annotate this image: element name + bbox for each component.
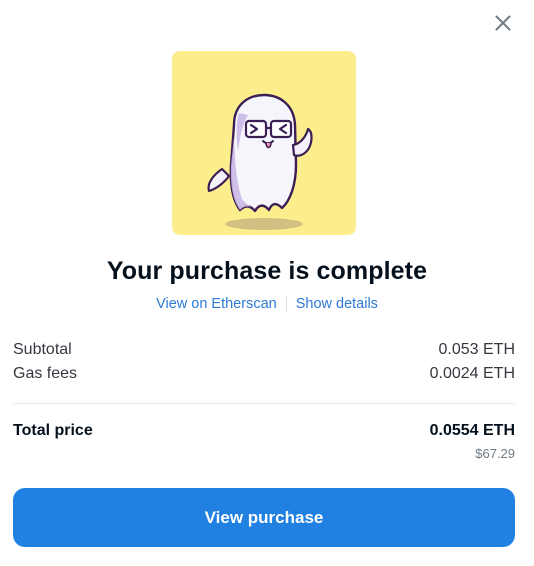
subtotal-row: Subtotal 0.053 ETH <box>13 341 515 359</box>
view-purchase-button[interactable]: View purchase <box>13 488 515 547</box>
ghost-illustration <box>207 93 313 230</box>
view-on-etherscan-link[interactable]: View on Etherscan <box>156 296 277 312</box>
total-price-usd: $67.29 <box>475 446 515 461</box>
purchase-complete-modal: Your purchase is complete View on Ethers… <box>0 0 534 566</box>
subtotal-label: Subtotal <box>13 341 72 358</box>
gas-fees-label: Gas fees <box>13 365 78 382</box>
total-price-row: Total price 0.0554 ETH <box>13 422 515 440</box>
total-price-label: Total price <box>13 422 93 439</box>
gas-fees-row: Gas fees 0.0024 ETH <box>13 365 515 383</box>
close-button[interactable] <box>491 11 515 35</box>
subtotal-value: 0.053 ETH <box>438 341 515 358</box>
gas-fees-value: 0.0024 ETH <box>429 365 515 382</box>
show-details-link[interactable]: Show details <box>296 296 378 312</box>
nft-image <box>172 51 356 235</box>
total-price-value: 0.0554 ETH <box>429 422 515 439</box>
summary-divider <box>13 403 515 404</box>
transaction-links: View on Etherscan Show details <box>0 296 534 312</box>
link-divider <box>285 296 287 312</box>
page-title: Your purchase is complete <box>106 257 428 285</box>
close-icon <box>495 15 511 31</box>
